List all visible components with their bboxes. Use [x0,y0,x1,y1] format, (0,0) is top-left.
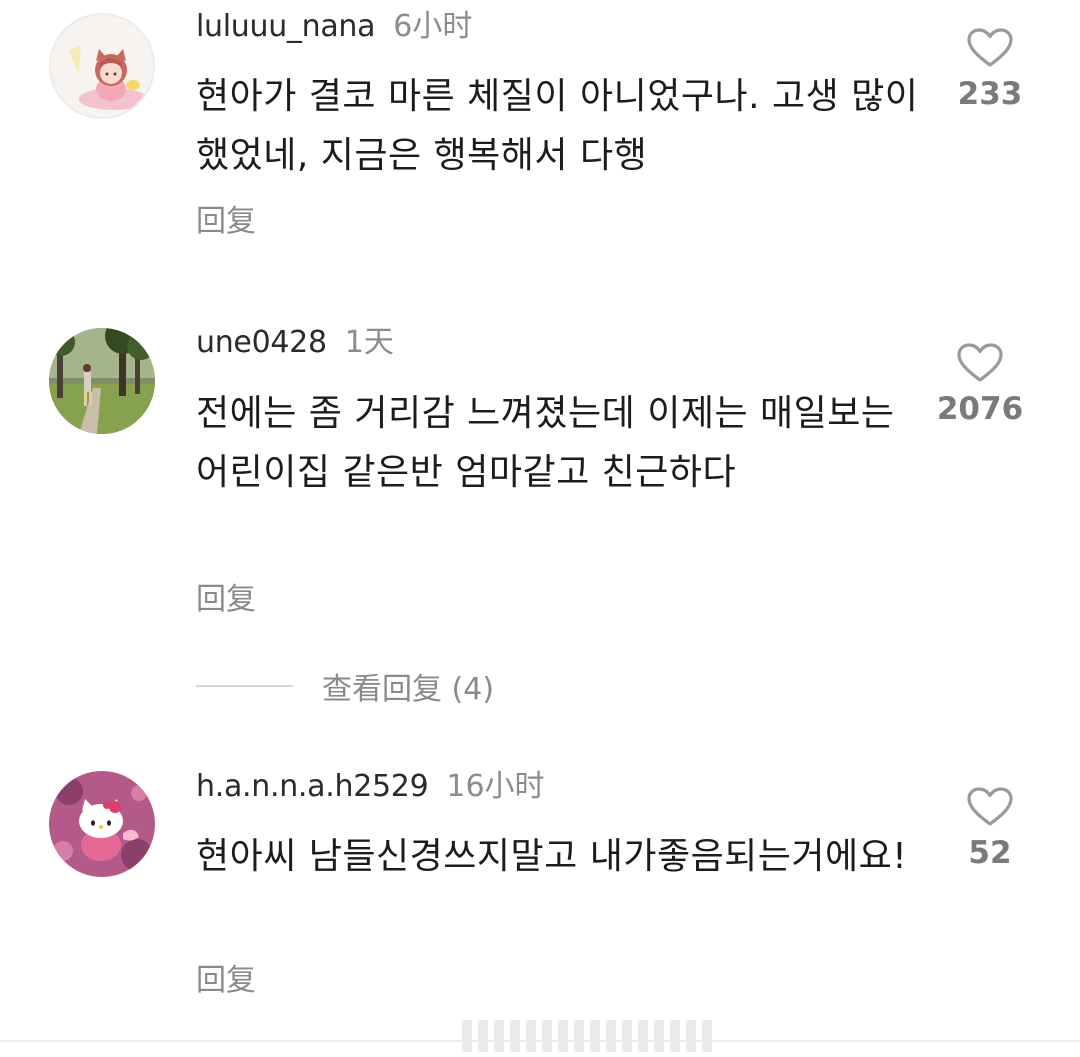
like-count: 52 [968,835,1012,871]
park-photo-avatar-icon [49,328,155,434]
username[interactable]: luluuu_nana [196,9,376,44]
view-replies-button[interactable]: 查看回复 (4) [196,664,494,708]
divider [196,685,293,687]
heart-outline-icon [957,343,1003,382]
avatar[interactable] [49,13,155,119]
reply-button[interactable]: 回复 [196,580,256,620]
watermark-logo [462,1020,712,1052]
comment-text: 전에는 좀 거리감 느껴졌는데 이제는 매일보는 어린이집 같은반 엄마같고 친… [196,393,895,493]
like-count: 233 [957,76,1023,112]
timestamp: 6小时 [393,9,473,44]
username[interactable]: h.a.n.n.a.h2529 [196,769,429,804]
like-button[interactable]: 52 [935,787,1045,873]
like-count: 2076 [936,391,1024,427]
heart-outline-icon [967,28,1013,67]
comment-meta: h.a.n.n.a.h2529 16小时 [196,767,545,807]
timestamp: 16小时 [446,769,545,804]
comment-text: 현아가 결코 마른 체질이 아니었구나. 고생 많이 했었네, 지금은 행복해서… [196,76,919,176]
like-button[interactable]: 2076 [925,343,1035,429]
reply-button[interactable]: 回复 [196,961,256,1001]
like-button[interactable]: 233 [935,28,1045,114]
timestamp: 1天 [344,325,394,360]
reply-button[interactable]: 回复 [196,202,256,242]
heart-outline-icon [967,787,1013,826]
username[interactable]: une0428 [196,325,327,360]
hello-kitty-avatar-icon [49,771,155,877]
view-replies-label: 查看回复 (4) [322,672,495,707]
comment-meta: luluuu_nana 6小时 [196,7,472,47]
avatar[interactable] [49,328,155,434]
comment-text: 현아씨 남들신경쓰지말고 내가좋음되는거에요! [196,836,908,877]
avatar[interactable] [49,771,155,877]
bottom-divider [0,1040,1080,1042]
anime-girl-avatar-icon [51,15,153,117]
comment-meta: une0428 1天 [196,323,394,363]
